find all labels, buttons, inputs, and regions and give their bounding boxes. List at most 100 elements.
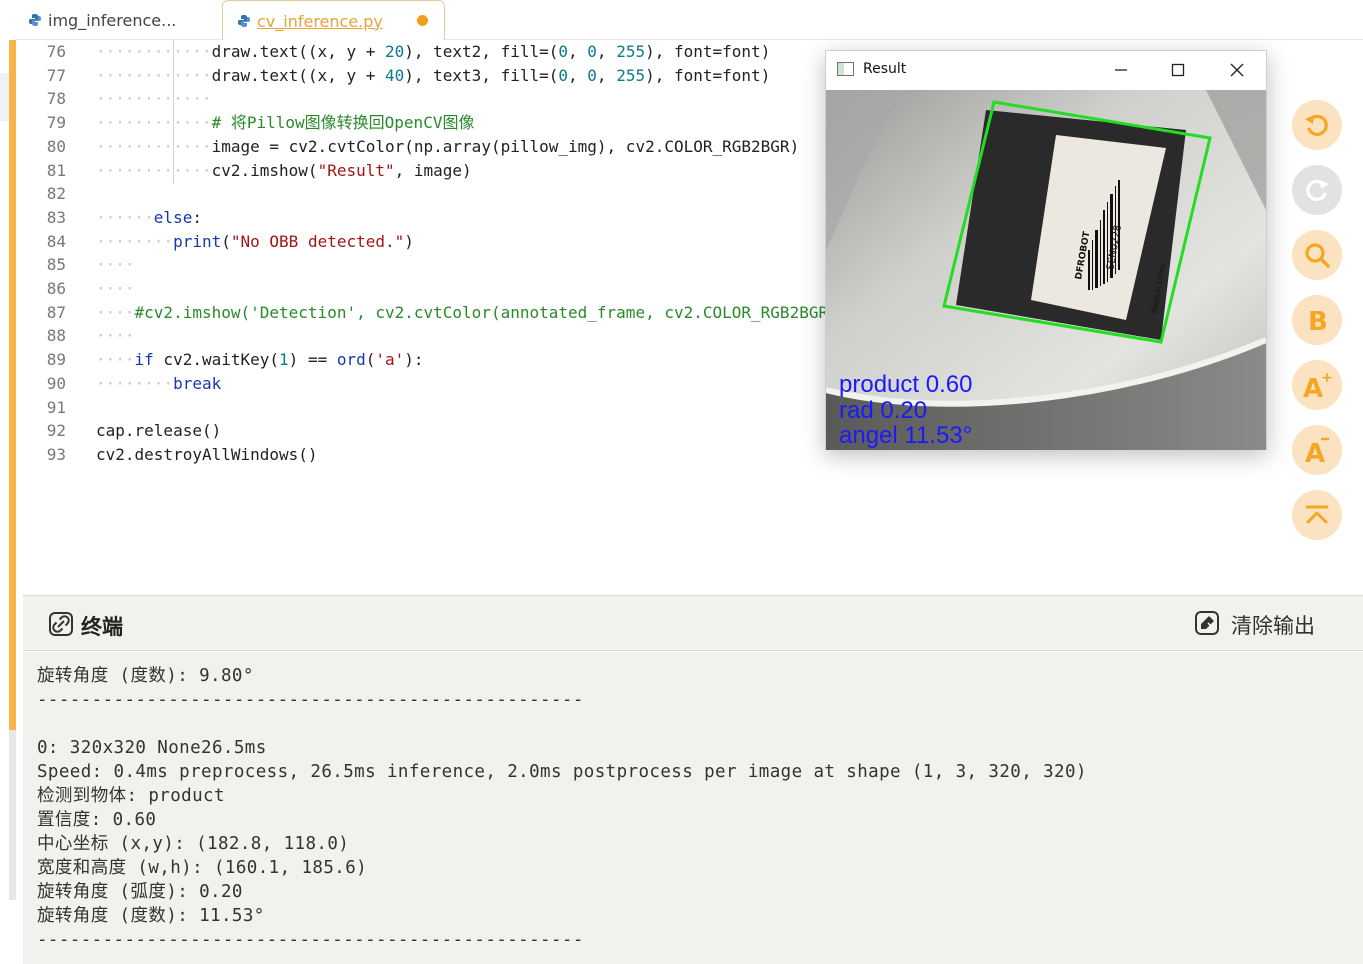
minimize-icon[interactable] bbox=[1109, 59, 1133, 81]
undo-button[interactable] bbox=[1292, 100, 1342, 150]
detection-image: DFROBOT SEN0228 Made in China product 0.… bbox=[826, 90, 1266, 450]
undo-icon bbox=[1305, 114, 1328, 136]
line-source: ······else: bbox=[96, 206, 202, 230]
line-source: ···· bbox=[96, 253, 135, 277]
line-source: cap.release() bbox=[96, 419, 221, 443]
line-number: 80 bbox=[46, 136, 66, 156]
code-token: if bbox=[134, 350, 154, 370]
code-token: 255 bbox=[616, 65, 646, 85]
line-source: ········print("No OBB detected.") bbox=[96, 230, 414, 254]
line-source: ············image = cv2.cvtColor(np.arra… bbox=[96, 135, 799, 159]
code-token: , image) bbox=[394, 160, 472, 180]
line-number: 79 bbox=[46, 113, 66, 133]
line-number: 91 bbox=[46, 397, 66, 417]
whitespace-marker: ······ bbox=[96, 207, 154, 227]
line-number: 76 bbox=[46, 42, 66, 61]
overlay-radians: rad 0.20 bbox=[839, 397, 927, 424]
svg-text:+: + bbox=[1321, 370, 1333, 386]
bold-icon: B bbox=[1308, 307, 1328, 335]
whitespace-marker: ············ bbox=[96, 65, 212, 85]
close-icon[interactable] bbox=[1225, 59, 1249, 81]
code-token: cv2.waitKey( bbox=[153, 350, 280, 370]
scroll-top-button[interactable] bbox=[1292, 490, 1342, 540]
tab-img-inference[interactable]: img_inference... bbox=[28, 0, 224, 40]
clear-output-icon[interactable] bbox=[1195, 611, 1219, 635]
camera-frame: DFROBOT SEN0228 Made in China product 0.… bbox=[826, 90, 1266, 450]
svg-text:B: B bbox=[1308, 307, 1328, 335]
terminal-line: Speed: 0.4ms preprocess, 26.5ms inferenc… bbox=[37, 762, 1087, 782]
line-number: 92 bbox=[46, 421, 66, 441]
terminal-line: 旋转角度 (度数): 9.80° bbox=[37, 666, 254, 686]
code-token: , bbox=[568, 65, 588, 85]
code-token: 0 bbox=[558, 42, 569, 61]
code-token: cap.release() bbox=[96, 421, 222, 441]
line-number: 88 bbox=[46, 326, 66, 346]
font-increase-button[interactable]: A + bbox=[1292, 360, 1342, 410]
line-number: 86 bbox=[46, 279, 66, 298]
redo-button[interactable] bbox=[1292, 165, 1342, 215]
whitespace-marker: ············ bbox=[96, 160, 212, 180]
font-decrease-button[interactable]: A bbox=[1292, 425, 1342, 475]
line-number: 84 bbox=[46, 231, 66, 251]
left-accent-bar bbox=[9, 40, 16, 730]
whitespace-marker: ············ bbox=[96, 89, 212, 109]
tab-cv-inference[interactable]: cv_inference.py bbox=[222, 0, 445, 41]
code-token: #cv2.imshow('Detection', cv2.cvtColor(an… bbox=[134, 302, 829, 322]
line-number: 87 bbox=[46, 302, 66, 322]
code-token: ), font=font) bbox=[645, 42, 771, 61]
line-number: 90 bbox=[46, 373, 66, 393]
code-token: 40 bbox=[384, 65, 405, 85]
code-token: ord bbox=[336, 350, 366, 370]
whitespace-marker: ············ bbox=[96, 113, 212, 133]
whitespace-marker: ···· bbox=[96, 350, 135, 370]
left-panel-edge bbox=[0, 73, 9, 121]
line-number: 77 bbox=[46, 65, 66, 85]
code-token: ), text2, fill=( bbox=[404, 42, 559, 61]
terminal-output[interactable]: 旋转角度 (度数): 9.80° ------------------------… bbox=[23, 652, 1363, 964]
line-source: ····#cv2.imshow('Detection', cv2.cvtColo… bbox=[96, 301, 828, 325]
overlay-class-confidence: product 0.60 bbox=[839, 371, 972, 398]
code-token: 0 bbox=[587, 42, 597, 61]
whitespace-marker: ············ bbox=[96, 136, 212, 156]
code-token: , bbox=[568, 42, 588, 61]
terminal-line: 旋转角度 (弧度): 0.20 bbox=[37, 882, 243, 902]
terminal-line: 中心坐标 (x,y): (182.8, 118.0) bbox=[37, 834, 350, 854]
code-token: cv2.destroyAllWindows() bbox=[96, 444, 318, 464]
result-window-titlebar[interactable]: Result bbox=[826, 51, 1266, 89]
clear-output-button[interactable]: 清除输出 bbox=[1231, 610, 1315, 640]
whitespace-marker: ········ bbox=[96, 373, 174, 393]
code-token: cv2.imshow( bbox=[211, 160, 318, 180]
code-token: 1 bbox=[279, 350, 289, 370]
overlay-angle: angel 11.53° bbox=[839, 422, 972, 449]
line-number: 78 bbox=[46, 89, 66, 109]
code-token: image = cv2.cvtColor(np.array(pillow_img… bbox=[211, 136, 800, 156]
line-number: 82 bbox=[46, 184, 66, 204]
code-token: "Result" bbox=[317, 160, 395, 180]
code-token: 0 bbox=[587, 65, 597, 85]
whitespace-marker: ···· bbox=[96, 279, 135, 298]
bold-button[interactable]: B bbox=[1292, 295, 1342, 345]
line-source: ············draw.text((x, y + 20), text2… bbox=[96, 40, 770, 64]
code-token: draw.text((x, y + bbox=[211, 42, 385, 61]
maximize-icon[interactable] bbox=[1166, 59, 1190, 81]
code-token: , bbox=[596, 42, 617, 61]
terminal-line: ----------------------------------------… bbox=[37, 930, 584, 950]
line-source: ···· bbox=[96, 324, 135, 348]
tab-label: cv_inference.py bbox=[257, 11, 383, 31]
unsaved-indicator bbox=[417, 15, 428, 26]
search-button[interactable] bbox=[1292, 230, 1342, 280]
line-source: cv2.destroyAllWindows() bbox=[96, 443, 318, 467]
line-number: 93 bbox=[46, 444, 66, 464]
line-number: 81 bbox=[46, 160, 66, 180]
redo-icon bbox=[1306, 179, 1329, 201]
tab-label: img_inference... bbox=[48, 10, 177, 30]
svg-text:A: A bbox=[1305, 439, 1325, 466]
code-token: , bbox=[596, 65, 617, 85]
opencv-window-icon bbox=[837, 62, 854, 76]
whitespace-marker: ···· bbox=[96, 326, 135, 346]
code-token: 255 bbox=[616, 42, 646, 61]
code-token: 0 bbox=[558, 65, 569, 85]
result-window[interactable]: Result DFROBOT SEN0228 Made in China pro… bbox=[825, 50, 1267, 450]
code-token: ( bbox=[221, 231, 231, 251]
code-token: else bbox=[153, 207, 193, 227]
